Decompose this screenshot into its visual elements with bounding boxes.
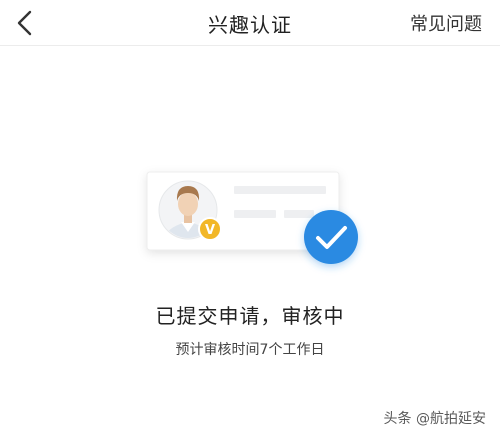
status-subtitle: 预计审核时间7个工作日 bbox=[175, 342, 325, 358]
verified-v-badge: V bbox=[198, 217, 222, 241]
watermark: 头条 @航拍延安 bbox=[383, 411, 486, 427]
status-title: 已提交申请，审核中 bbox=[155, 304, 345, 328]
badge-letter: V bbox=[205, 223, 215, 238]
check-circle-icon bbox=[304, 210, 358, 264]
page: 兴趣认证 常见问题 V 已提交申请，审核中 预计审核时间7个工作日 头条 @航拍… bbox=[0, 0, 500, 438]
submitted-illustration: V bbox=[146, 171, 358, 264]
